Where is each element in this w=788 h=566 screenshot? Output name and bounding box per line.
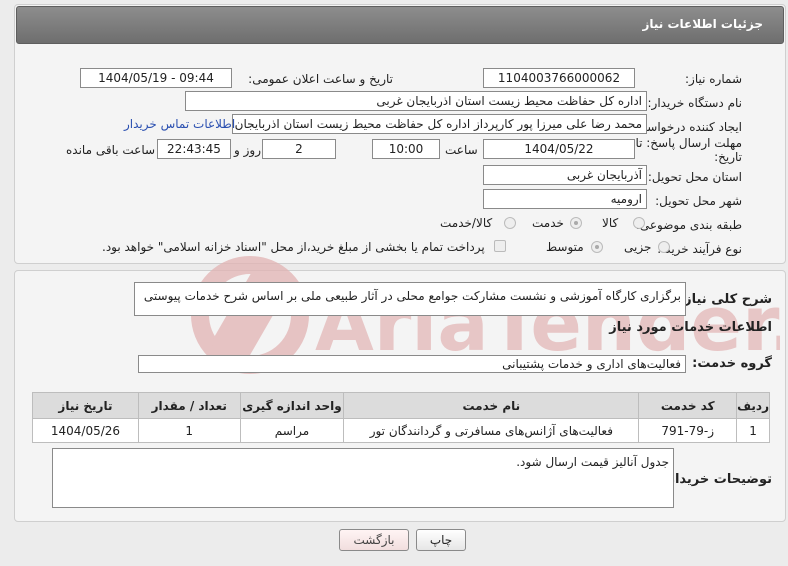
category-goods-service-radio[interactable] [504, 217, 516, 229]
need-number-label: شماره نیاز: [685, 72, 742, 86]
deadline-date-field: 1404/05/22 [483, 139, 635, 159]
days-field: 2 [262, 139, 336, 159]
category-goods-label: کالا [602, 216, 619, 230]
buyer-org-label: نام دستگاه خریدار: [647, 96, 743, 110]
deadline-label-date: تاریخ: [714, 150, 742, 164]
col-unit: واحد اندازه گیری [239, 392, 345, 419]
requester-label: ایجاد کننده درخواست: [631, 120, 742, 134]
payment-note: پرداخت تمام یا بخشی از مبلغ خرید،از محل … [102, 240, 485, 254]
title-bar: جزئیات اطلاعات نیاز [16, 6, 784, 44]
deadline-label: مهلت ارسال پاسخ: تا [635, 136, 742, 150]
province-label: استان محل تحویل: [647, 170, 742, 184]
buyer-notes-field: جدول آنالیز قیمت ارسال شود. [52, 448, 674, 508]
announce-label: تاریخ و ساعت اعلان عمومی: [248, 72, 393, 86]
treasury-payment-checkbox[interactable] [494, 240, 506, 252]
cell-name: فعالیت‌های آژانس‌های مسافرتی و گردانندگا… [343, 418, 640, 443]
services-section-title: اطلاعات خدمات مورد نیاز [609, 320, 772, 335]
category-service-label: خدمت [532, 216, 564, 230]
days-label: روز و [234, 143, 261, 157]
need-number-field: 1104003766000062 [483, 68, 635, 88]
col-code: کد خدمت [638, 392, 738, 419]
category-goods-service-label: کالا/خدمت [440, 216, 493, 230]
page-title: جزئیات اطلاعات نیاز [642, 17, 763, 31]
service-group-label: گروه خدمت: [692, 356, 772, 371]
time-label: ساعت [445, 143, 478, 157]
buyer-org-field: اداره کل حفاظت محیط زیست استان اذربایجان… [185, 91, 647, 111]
process-minor-label: جزیی [624, 240, 652, 254]
requester-field: محمد رضا علی میرزا پور کارپرداز اداره کل… [232, 114, 647, 134]
col-date: تاریخ نیاز [32, 392, 139, 419]
cell-code: ز-79-791 [638, 418, 738, 443]
cell-qty: 1 [137, 418, 241, 443]
category-label: طبقه بندی موضوعی: [635, 218, 742, 232]
deadline-time-field: 10:00 [372, 139, 440, 159]
back-button[interactable]: بازگشت [339, 529, 409, 551]
announce-field: 1404/05/19 - 09:44 [80, 68, 232, 88]
buyer-notes-label: توضیحات خریدار: [662, 472, 772, 487]
cell-unit: مراسم [239, 418, 345, 443]
table-row: 1 ز-79-791 فعالیت‌های آژانس‌های مسافرتی … [32, 418, 770, 443]
remaining-time-field: 22:43:45 [157, 139, 231, 159]
remaining-label: ساعت باقی مانده [66, 143, 156, 157]
process-medium-radio[interactable] [591, 241, 603, 253]
process-minor-radio[interactable] [658, 241, 670, 253]
description-field: برگزاری کارگاه آموزشی و نشست مشارکت جوام… [134, 282, 686, 316]
table-header-row: ردیف کد خدمت نام خدمت واحد اندازه گیری ت… [32, 392, 770, 419]
category-service-radio[interactable] [570, 217, 582, 229]
services-table: ردیف کد خدمت نام خدمت واحد اندازه گیری ت… [32, 392, 770, 443]
process-label: نوع فرآیند خرید : [657, 242, 742, 256]
col-row: ردیف [736, 392, 770, 419]
process-medium-label: متوسط [546, 240, 584, 254]
description-label: شرح کلی نیاز: [678, 292, 772, 307]
province-field: آذربایجان غربی [483, 165, 647, 185]
cell-date: 1404/05/26 [32, 418, 139, 443]
col-name: نام خدمت [343, 392, 640, 419]
buyer-contact-link[interactable]: اطلاعات تماس خریدار [124, 117, 235, 131]
cell-row: 1 [736, 418, 770, 443]
print-button[interactable]: چاپ [416, 529, 466, 551]
city-field: ارومیه [483, 189, 647, 209]
service-group-field: فعالیت‌های اداری و خدمات پشتیبانی [138, 355, 686, 373]
city-label: شهر محل تحویل: [655, 194, 742, 208]
col-qty: تعداد / مقدار [137, 392, 241, 419]
category-goods-radio[interactable] [633, 217, 645, 229]
